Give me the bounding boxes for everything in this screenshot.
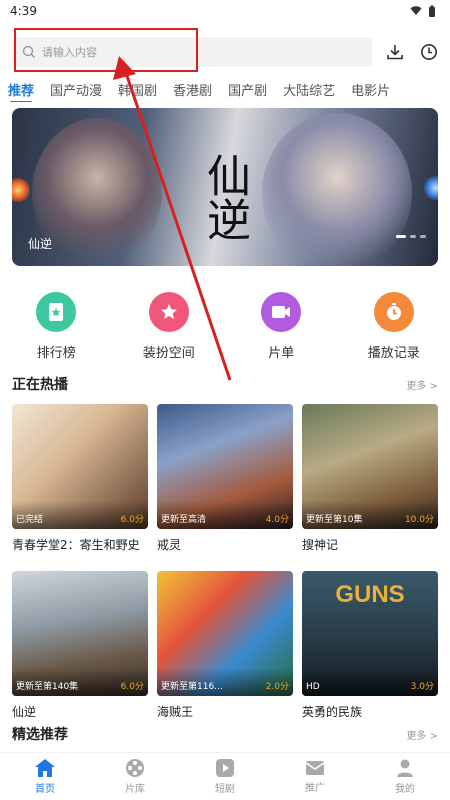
user-icon [397,759,413,777]
mail-icon [305,761,325,775]
nav-shorts[interactable]: 短剧 [180,753,270,800]
video-card[interactable]: 更新至第116... 2.0分 海贼王 [157,571,293,720]
episode-label: 更新至高清 [161,515,207,525]
episode-label: HD [306,682,320,692]
wifi-icon [410,6,422,15]
quick-link-label: 装扮空间 [142,346,195,361]
score-label: 4.0分 [265,515,289,525]
tab-korean-drama[interactable]: 韩国剧 [118,80,157,99]
history-clock-icon[interactable] [420,43,438,61]
tab-movies[interactable]: 电影片 [351,80,390,99]
score-label: 10.0分 [404,515,434,525]
hero-banner[interactable]: 仙逆 仙逆 [12,108,438,266]
episode-label: 更新至第116... [161,682,223,692]
section-title: 正在热播 [12,377,68,393]
episode-label: 已完结 [16,515,44,525]
tab-hk-drama[interactable]: 香港剧 [173,80,212,99]
video-card[interactable]: 更新至第140集 6.0分 仙逆 [12,571,148,720]
ranking-icon [36,292,77,332]
tab-variety[interactable]: 大陆综艺 [283,80,335,99]
nav-label: 短剧 [215,784,235,795]
video-list-icon [261,292,302,332]
nav-label: 我的 [395,784,415,795]
quick-link-dressup[interactable]: 装扮空间 [113,292,226,361]
section-title: 精选推荐 [12,727,68,743]
video-poster: 已完结 6.0分 [12,404,148,529]
video-title: 英勇的民族 [302,705,363,719]
nav-label: 首页 [35,784,55,795]
quick-link-label: 排行榜 [36,346,76,361]
nav-label: 推广 [305,783,325,794]
nav-label: 片库 [125,784,145,795]
pager-dot [410,235,416,238]
video-title: 搜神记 [302,538,339,552]
featured-section-header: 精选推荐 更多 > [12,724,438,744]
pager-dot [396,235,406,238]
top-actions [386,43,438,61]
video-poster: 更新至第116... 2.0分 [157,571,293,696]
nav-home[interactable]: 首页 [0,753,90,800]
video-poster: GUNS HD 3.0分 [302,571,438,696]
tab-domestic-anime[interactable]: 国产动漫 [50,80,102,99]
quick-link-label: 片单 [268,346,295,361]
more-link[interactable]: 更多 > [406,727,438,742]
nav-library[interactable]: 片库 [90,753,180,800]
star-icon [148,292,189,332]
quick-link-history[interactable]: 播放记录 [338,292,450,361]
quick-link-ranking[interactable]: 排行榜 [0,292,113,361]
video-title: 海贼王 [157,705,194,719]
video-title: 仙逆 [12,705,37,719]
download-icon[interactable] [386,43,404,61]
pager-dot [420,235,426,238]
banner-title: 仙逆 [28,237,53,251]
video-card[interactable]: 更新至第10集 10.0分 搜神记 [302,404,438,553]
score-label: 3.0分 [410,682,434,692]
banner-flame-right [424,176,438,200]
quick-link-playlist[interactable]: 片单 [225,292,338,361]
video-poster: 更新至高清 4.0分 [157,404,293,529]
battery-icon [429,5,435,17]
video-card[interactable]: 已完结 6.0分 青春学堂2：寄生和野史 [12,404,148,553]
episode-label: 更新至第140集 [16,682,79,692]
tab-domestic-drama[interactable]: 国产剧 [228,80,267,99]
video-card[interactable]: 更新至高清 4.0分 戒灵 [157,404,293,553]
video-poster: 更新至第10集 10.0分 [302,404,438,529]
quick-links: 排行榜 装扮空间 片单 播放记录 [0,292,450,361]
score-label: 6.0分 [120,682,144,692]
video-title: 戒灵 [157,538,182,552]
category-tabs: 推荐 国产动漫 韩国剧 香港剧 国产剧 大陆综艺 电影片 [0,76,450,102]
score-label: 6.0分 [120,515,144,525]
bottom-nav: 首页 片库 短剧 推广 我的 [0,752,450,800]
status-time: 4:39 [10,4,37,18]
home-icon [35,759,55,777]
nav-promote[interactable]: 推广 [270,753,360,800]
tab-recommend[interactable]: 推荐 [8,80,34,102]
video-poster: 更新至第140集 6.0分 [12,571,148,696]
banner-character-right [262,113,412,266]
history-icon [373,292,414,332]
hot-section-header: 正在热播 更多 > [12,374,438,394]
quick-link-label: 播放记录 [367,346,420,361]
score-label: 2.0分 [265,682,289,692]
search-highlight-box [14,28,198,72]
poster-title-art: GUNS [335,581,405,608]
episode-label: 更新至第10集 [306,515,363,525]
banner-calligraphy: 仙逆 [199,153,250,241]
banner-flame-left [12,178,30,202]
video-card[interactable]: GUNS HD 3.0分 英勇的民族 [302,571,438,720]
nav-profile[interactable]: 我的 [360,753,450,800]
banner-pager [396,235,426,238]
status-icons [410,5,436,17]
more-link[interactable]: 更多 > [406,377,438,392]
hot-grid: 已完结 6.0分 青春学堂2：寄生和野史 更新至高清 4.0分 戒灵 更新至第1… [12,404,438,720]
film-reel-icon [126,759,144,777]
status-bar: 4:39 [0,0,450,22]
play-icon [216,759,234,777]
video-title: 青春学堂2：寄生和野史 [12,538,140,552]
